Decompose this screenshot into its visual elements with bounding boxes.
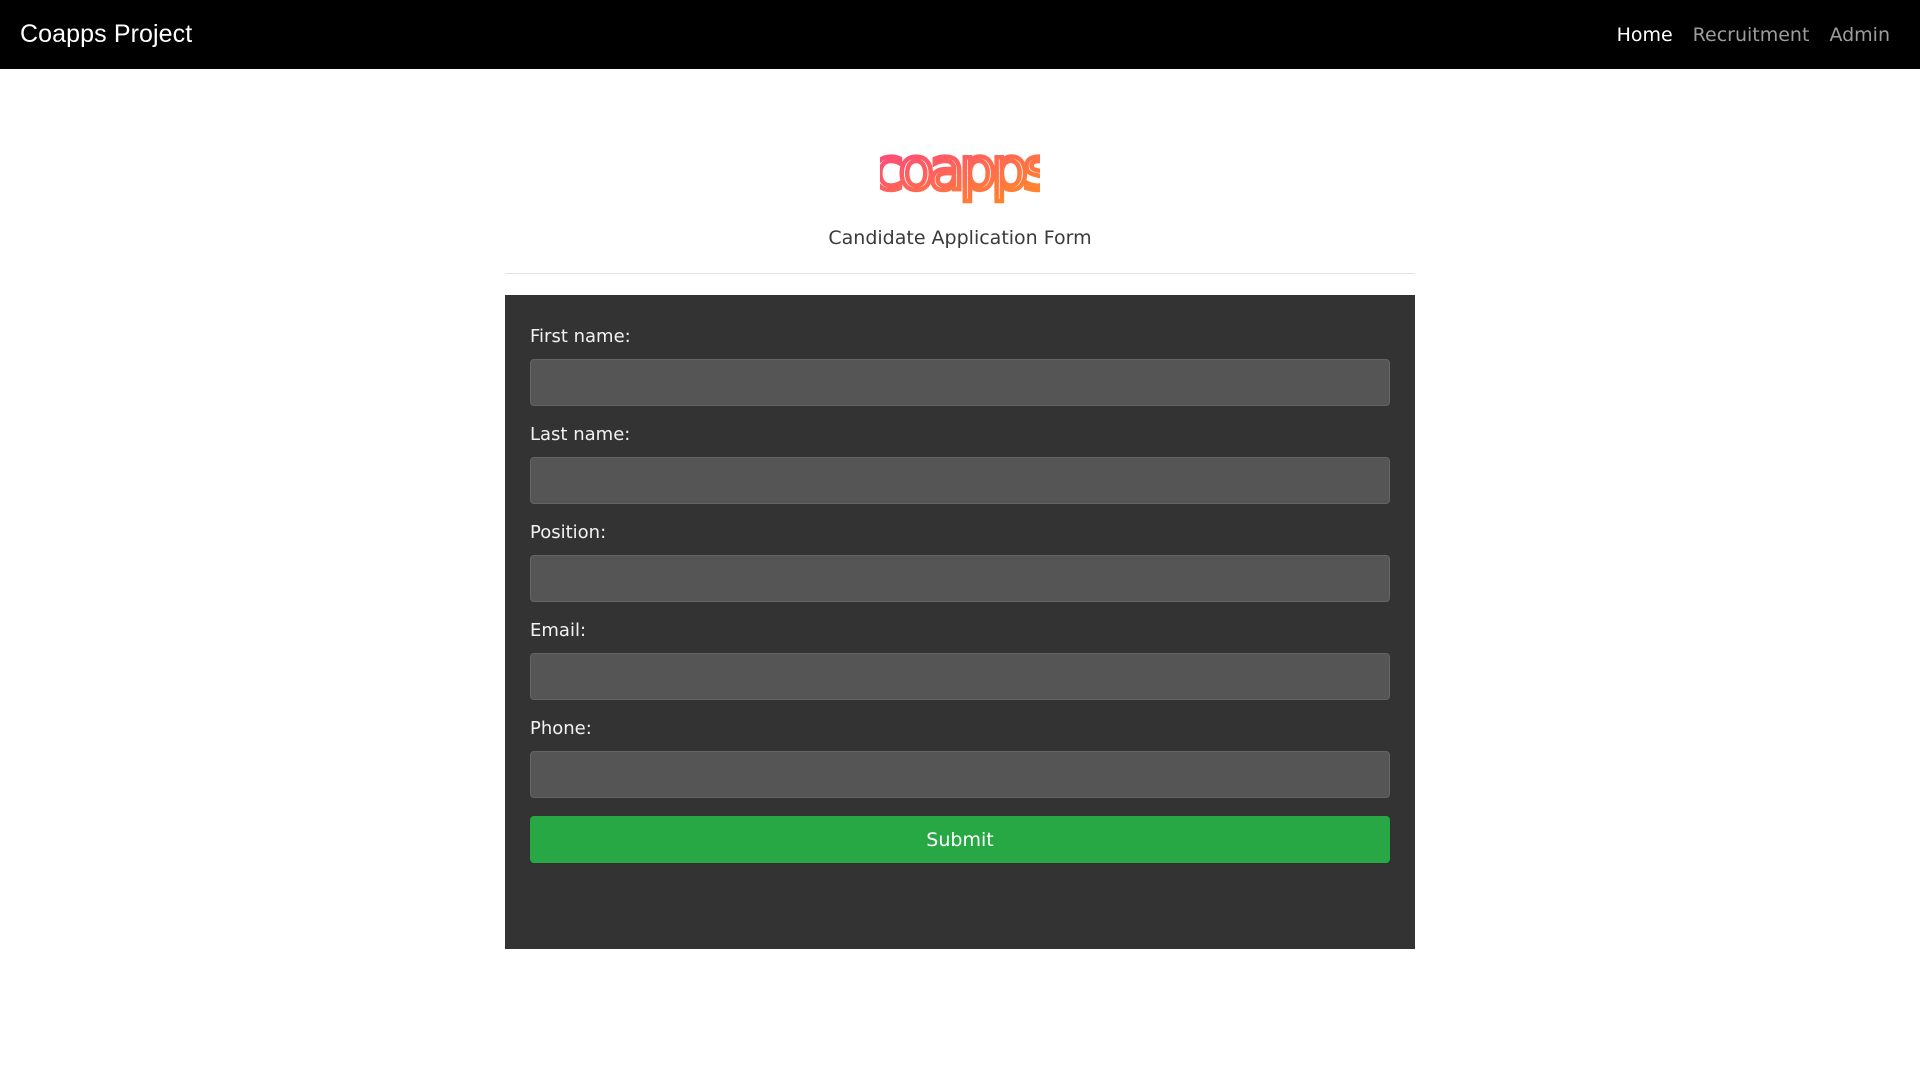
- phone-label: Phone:: [530, 718, 592, 739]
- phone-group: Phone:: [530, 718, 1390, 798]
- position-group: Position:: [530, 522, 1390, 602]
- nav-admin-link[interactable]: Admin: [1829, 24, 1890, 46]
- last-name-input[interactable]: [530, 457, 1390, 504]
- nav-links: Home Recruitment Admin: [1617, 24, 1900, 46]
- first-name-input[interactable]: [530, 359, 1390, 406]
- position-input[interactable]: [530, 555, 1390, 602]
- nav-recruitment-link[interactable]: Recruitment: [1693, 24, 1810, 46]
- form-header: coapps Candidate Application Form: [505, 69, 1415, 274]
- top-navbar: Coapps Project Home Recruitment Admin: [0, 0, 1920, 69]
- application-form: First name: Last name: Position: Email: …: [505, 295, 1415, 949]
- last-name-group: Last name:: [530, 424, 1390, 504]
- email-label: Email:: [530, 620, 587, 641]
- logo-text: coapps: [880, 141, 1040, 203]
- nav-home-link[interactable]: Home: [1617, 24, 1673, 46]
- email-input[interactable]: [530, 653, 1390, 700]
- brand-link[interactable]: Coapps Project: [20, 20, 192, 49]
- coapps-logo: coapps: [880, 141, 1040, 205]
- last-name-label: Last name:: [530, 424, 631, 445]
- submit-button[interactable]: Submit: [530, 816, 1390, 863]
- first-name-label: First name:: [530, 326, 631, 347]
- form-subtitle: Candidate Application Form: [828, 227, 1092, 249]
- position-label: Position:: [530, 522, 607, 543]
- email-group: Email:: [530, 620, 1390, 700]
- phone-input[interactable]: [530, 751, 1390, 798]
- first-name-group: First name:: [530, 326, 1390, 406]
